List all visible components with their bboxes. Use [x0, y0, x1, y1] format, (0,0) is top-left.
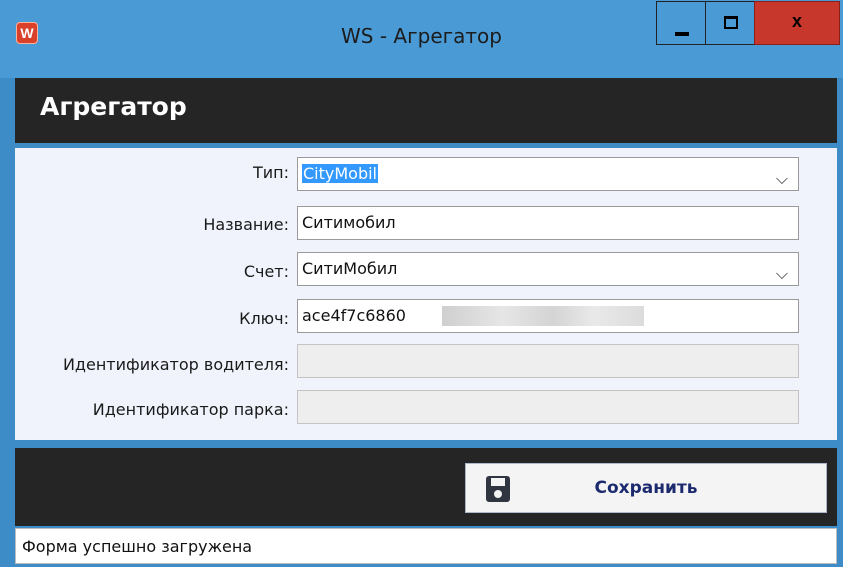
title-bar[interactable]: W WS - Агрегатор x: [0, 0, 843, 78]
status-text: Форма успешно загружена: [22, 537, 253, 556]
app-window: W WS - Агрегатор x Агрегатор Тип: CityMo…: [0, 0, 843, 567]
key-value: ace4f7c6860: [302, 306, 406, 325]
aggregator-form: Тип: CityMobil ⌵ Название: Ситимобил Сче…: [15, 148, 837, 440]
park-id-label: Идентификатор парка:: [92, 400, 289, 419]
key-field[interactable]: ace4f7c6860: [297, 299, 799, 333]
type-select[interactable]: CityMobil ⌵: [297, 157, 799, 191]
minimize-button[interactable]: [656, 1, 706, 45]
save-button-label: Сохранить: [594, 478, 698, 498]
type-value: CityMobil: [302, 164, 378, 183]
close-button[interactable]: x: [754, 1, 840, 45]
park-id-field: [297, 390, 799, 424]
name-value: Ситимобил: [302, 213, 396, 232]
action-bar: Сохранить: [15, 448, 837, 526]
maximize-button[interactable]: [705, 1, 755, 45]
driver-id-field: [297, 344, 799, 378]
page-header: Агрегатор: [15, 78, 837, 143]
name-label: Название:: [203, 215, 289, 234]
chevron-down-icon[interactable]: ⌵: [776, 258, 788, 285]
type-label: Тип:: [252, 163, 289, 182]
driver-id-label: Идентификатор водителя:: [62, 355, 289, 374]
account-label: Счет:: [243, 262, 289, 281]
save-button[interactable]: Сохранить: [465, 463, 827, 513]
key-label: Ключ:: [239, 309, 289, 328]
name-field[interactable]: Ситимобил: [297, 206, 799, 240]
status-bar: Форма успешно загружена: [15, 528, 837, 564]
page-title: Агрегатор: [40, 92, 187, 121]
redaction-blur: [442, 306, 644, 326]
account-value: СитиМобил: [302, 259, 398, 278]
account-select[interactable]: СитиМобил ⌵: [297, 252, 799, 286]
chevron-down-icon[interactable]: ⌵: [776, 163, 788, 190]
